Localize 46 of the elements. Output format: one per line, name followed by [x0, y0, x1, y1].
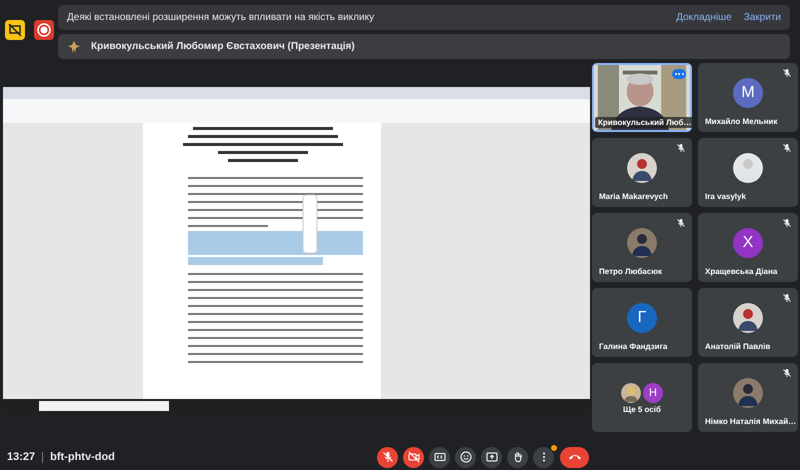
avatar: М — [733, 78, 763, 108]
clock-time: 13:27 — [7, 451, 36, 463]
captions-icon — [434, 451, 446, 463]
participant-tile[interactable]: Х Хращевська Діана — [698, 213, 798, 282]
participant-name: Кривокульський Люб… — [595, 117, 692, 128]
participant-tile[interactable]: Н Ще 5 осіб — [592, 363, 692, 432]
leave-call-button[interactable] — [560, 446, 589, 468]
participant-name: Анатолій Павлів — [705, 342, 770, 351]
participant-tile[interactable]: Ira vasylyk — [698, 138, 798, 207]
participant-tile[interactable]: М Михайло Мельник — [698, 63, 798, 132]
participant-name: Галина Фандзига — [599, 342, 668, 351]
smiley-icon — [460, 451, 472, 463]
avatar: Н — [643, 382, 663, 402]
participant-name: Ira vasylyk — [705, 192, 746, 201]
avatar: Г — [627, 302, 657, 332]
notice-text: Деякі встановлені розширення можуть впливати на якість виклику — [67, 12, 374, 23]
participant-tile[interactable]: Німко Наталія Михай… — [698, 363, 798, 432]
participant-name: Ще 5 осіб — [622, 405, 662, 414]
present-screen-icon — [486, 451, 498, 463]
participant-tile[interactable]: Анатолій Павлів — [698, 288, 798, 357]
mic-off-icon — [382, 451, 394, 463]
notice-link[interactable]: Закрити — [744, 12, 781, 23]
camera-off-icon — [408, 451, 420, 463]
present-button[interactable] — [481, 446, 502, 468]
participant-tile[interactable]: Maria Makarevych — [592, 138, 692, 207]
participant-name: Петро Любасюк — [599, 267, 662, 276]
participant-name: Хращевська Діана — [705, 267, 778, 276]
participant-tile[interactable]: Петро Любасюк — [592, 213, 692, 282]
raise-hand-button[interactable] — [507, 446, 528, 468]
captions-button[interactable] — [429, 446, 450, 468]
record-icon[interactable] — [34, 20, 54, 40]
participant-tile[interactable]: Кривокульський Люб… — [592, 63, 692, 132]
mic-button[interactable] — [377, 446, 398, 468]
notice-link[interactable]: Докладніше — [676, 12, 732, 23]
meeting-code: bft-phtv-dod — [50, 451, 115, 463]
phone-hang-up-icon — [568, 452, 582, 462]
presentation-text: Кривокульський Любомир Євстахович (Презентація) — [91, 41, 355, 52]
participant-name: Михайло Мельник — [705, 117, 778, 126]
participant-tile[interactable]: Г Галина Фандзига — [592, 288, 692, 357]
participant-name: Німко Наталія Михай… — [705, 417, 796, 426]
presentation-off-icon[interactable] — [5, 20, 25, 40]
camera-button[interactable] — [403, 446, 424, 468]
avatar: Х — [733, 228, 763, 258]
emoji-button[interactable] — [455, 446, 476, 468]
participant-name: Maria Makarevych — [599, 192, 668, 201]
more-options-button[interactable] — [533, 446, 554, 468]
